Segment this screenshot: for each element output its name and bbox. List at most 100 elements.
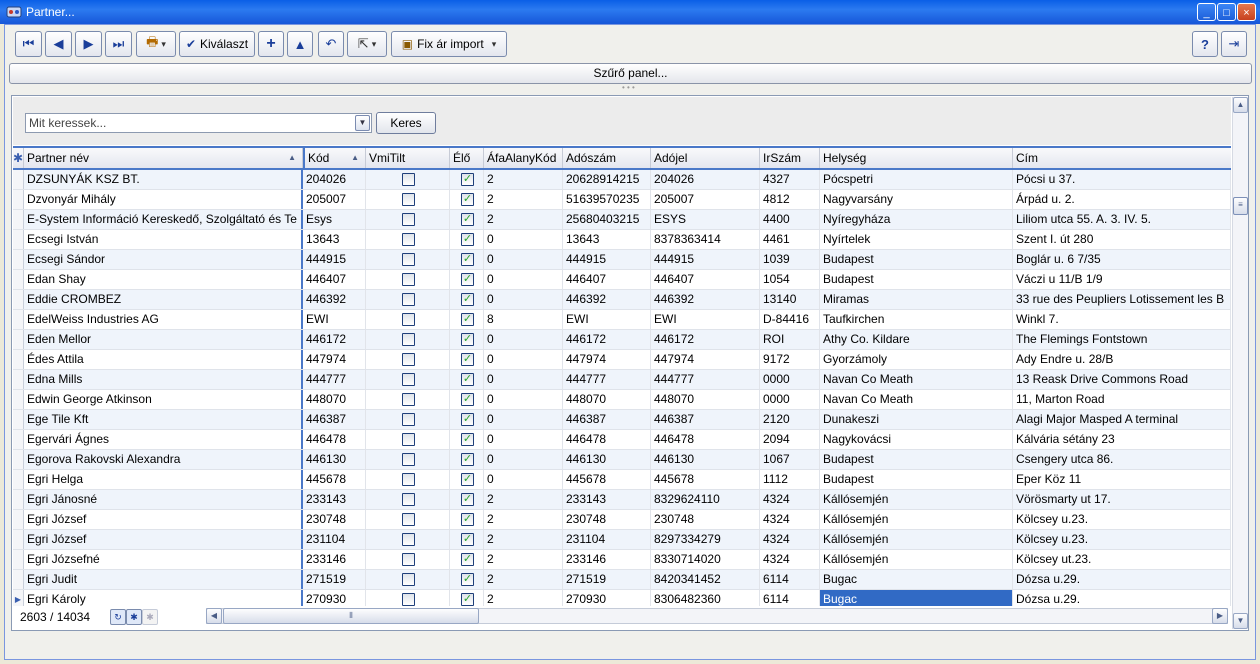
cell-vmitilt[interactable] [366,470,450,489]
cell-elo[interactable]: ✓ [450,290,484,309]
column-header-kod[interactable]: Kód ▲ [303,148,366,168]
cell-elo[interactable]: ✓ [450,430,484,449]
cell-helyseg[interactable]: Budapest [820,250,1013,269]
cell-kod[interactable]: 444777 [303,370,366,389]
cell-adoszam[interactable]: 446387 [563,410,651,429]
table-row[interactable]: DZSUNYÁK KSZ BT. 204026 ✓ 2 20628914215 20402… [13,170,1231,190]
vmitilt-checkbox[interactable] [402,453,415,466]
cell-cim[interactable]: Kálvária sétány 23 [1013,430,1231,449]
cell-kod[interactable]: 445678 [303,470,366,489]
cell-elo[interactable]: ✓ [450,410,484,429]
column-header-cim[interactable]: Cím [1013,148,1231,168]
cell-afa[interactable]: 0 [484,270,563,289]
cell-adoszam[interactable]: 51639570235 [563,190,651,209]
cell-adoszam[interactable]: 445678 [563,470,651,489]
cell-helyseg[interactable]: Bugac [820,590,1013,606]
table-row[interactable]: Egri József 230748 ✓ 2 230748 230748 4324 Kálló… [13,510,1231,530]
cell-irszam[interactable]: 4400 [760,210,820,229]
scroll-thumb[interactable]: ≡ [1233,197,1248,215]
cell-elo[interactable]: ✓ [450,370,484,389]
cell-adojel[interactable]: ESYS [651,210,760,229]
cell-adoszam[interactable]: 25680403215 [563,210,651,229]
vmitilt-checkbox[interactable] [402,193,415,206]
vmitilt-checkbox[interactable] [402,353,415,366]
cell-cim[interactable]: Liliom utca 55. A. 3. IV. 5. [1013,210,1231,229]
elo-checkbox[interactable]: ✓ [461,373,474,386]
cell-vmitilt[interactable] [366,190,450,209]
cell-nev[interactable]: E-System Információ Kereskedő, Szolgálta… [24,210,303,229]
cell-cim[interactable]: Pócsi u 37. [1013,170,1231,189]
cell-vmitilt[interactable] [366,490,450,509]
cell-afa[interactable]: 2 [484,490,563,509]
cell-nev[interactable]: DZSUNYÁK KSZ BT. [24,170,303,189]
table-row[interactable]: Egri Helga 445678 ✓ 0 445678 445678 1112 Budape… [13,470,1231,490]
cell-adojel[interactable]: 446172 [651,330,760,349]
cell-helyseg[interactable]: Nagyvarsány [820,190,1013,209]
elo-checkbox[interactable]: ✓ [461,293,474,306]
current-row-indicator-icon[interactable]: ▶ [13,590,24,606]
cell-helyseg[interactable]: Dunakeszi [820,410,1013,429]
cell-adojel[interactable]: 8378363414 [651,230,760,249]
maximize-button[interactable]: □ [1217,3,1236,21]
cell-cim[interactable]: Alagi Major Masped A terminal [1013,410,1231,429]
cell-nev[interactable]: Ege Tile Kft [24,410,303,429]
row-indicator[interactable] [13,250,24,269]
column-header-adojel[interactable]: Adójel [651,148,760,168]
cell-elo[interactable]: ✓ [450,530,484,549]
table-row[interactable]: Egervári Ágnes 446478 ✓ 0 446478 446478 2094 Na… [13,430,1231,450]
cell-afa[interactable]: 2 [484,590,563,606]
row-indicator[interactable] [13,230,24,249]
cell-adoszam[interactable]: EWI [563,310,651,329]
kivalaszt-button[interactable]: ✔ Kiválaszt [179,31,255,57]
cell-cim[interactable]: Vörösmarty ut 17. [1013,490,1231,509]
cell-cim[interactable]: Árpád u. 2. [1013,190,1231,209]
cell-irszam[interactable]: 2094 [760,430,820,449]
cell-adoszam[interactable]: 448070 [563,390,651,409]
row-indicator[interactable] [13,430,24,449]
cell-vmitilt[interactable] [366,170,450,189]
row-indicator[interactable] [13,490,24,509]
cell-afa[interactable]: 0 [484,370,563,389]
row-indicator[interactable] [13,270,24,289]
row-indicator[interactable] [13,410,24,429]
vmitilt-checkbox[interactable] [402,593,415,606]
cell-vmitilt[interactable] [366,230,450,249]
column-header-adoszam[interactable]: Adószám [563,148,651,168]
cell-adojel[interactable]: 205007 [651,190,760,209]
vmitilt-checkbox[interactable] [402,393,415,406]
table-row[interactable]: Eden Mellor 446172 ✓ 0 446172 446172 ROI Athy C… [13,330,1231,350]
cell-adojel[interactable]: 446130 [651,450,760,469]
row-indicator[interactable] [13,550,24,569]
cell-helyseg[interactable]: Bugac [820,570,1013,589]
cell-irszam[interactable]: 4461 [760,230,820,249]
cell-adoszam[interactable]: 231104 [563,530,651,549]
cell-afa[interactable]: 0 [484,350,563,369]
cell-helyseg[interactable]: Gyorzámoly [820,350,1013,369]
cell-cim[interactable]: 11, Marton Road [1013,390,1231,409]
elo-checkbox[interactable]: ✓ [461,393,474,406]
cell-elo[interactable]: ✓ [450,170,484,189]
cell-kod[interactable]: 446130 [303,450,366,469]
cell-kod[interactable]: 444915 [303,250,366,269]
help-button[interactable]: ? [1192,31,1218,57]
column-header-helyseg[interactable]: Helység [820,148,1013,168]
column-header-afaalanykod[interactable]: ÁfaAlanyKód [484,148,563,168]
cell-adoszam[interactable]: 446407 [563,270,651,289]
cell-kod[interactable]: 271519 [303,570,366,589]
cell-kod[interactable]: 448070 [303,390,366,409]
cell-vmitilt[interactable] [366,270,450,289]
cell-kod[interactable]: 230748 [303,510,366,529]
vmitilt-checkbox[interactable] [402,493,415,506]
table-row[interactable]: Dzvonyár Mihály 205007 ✓ 2 51639570235 205007… [13,190,1231,210]
cell-adojel[interactable]: 446407 [651,270,760,289]
cell-adoszam[interactable]: 270930 [563,590,651,606]
cell-irszam[interactable]: 4324 [760,530,820,549]
cell-adoszam[interactable]: 444915 [563,250,651,269]
cell-vmitilt[interactable] [366,250,450,269]
cell-nev[interactable]: Edwin George Atkinson [24,390,303,409]
cell-kod[interactable]: 446172 [303,330,366,349]
table-row[interactable]: Ege Tile Kft 446387 ✓ 0 446387 446387 2120 Duna… [13,410,1231,430]
cell-vmitilt[interactable] [366,330,450,349]
cell-irszam[interactable]: 4327 [760,170,820,189]
cell-vmitilt[interactable] [366,390,450,409]
